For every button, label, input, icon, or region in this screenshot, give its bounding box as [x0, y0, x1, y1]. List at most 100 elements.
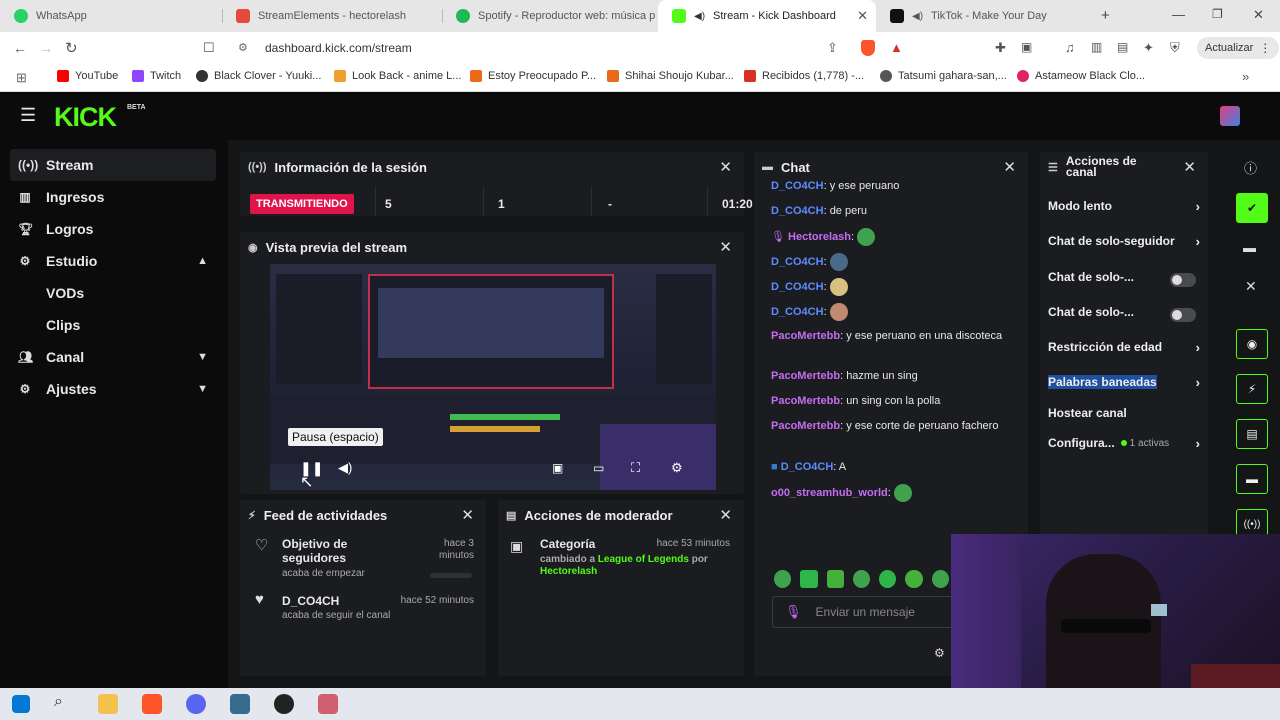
emotes-only-toggle[interactable]	[1170, 308, 1196, 322]
chat-username[interactable]: D_CO4CH	[771, 281, 824, 293]
settings-icon[interactable]: ⚙	[671, 460, 683, 476]
chat-username[interactable]: D_CO4CH	[771, 180, 824, 192]
file-explorer-icon[interactable]	[98, 694, 118, 714]
chat-rail-icon[interactable]: ▬	[1236, 464, 1268, 494]
url-field[interactable]: dashboard.kick.com/stream	[265, 41, 412, 55]
music-icon[interactable]: ♫	[1065, 40, 1075, 55]
app-icon[interactable]	[230, 694, 250, 714]
emote-icon[interactable]	[774, 570, 792, 588]
chat-username[interactable]: D_CO4CH	[781, 461, 834, 473]
emote-icon[interactable]	[800, 570, 818, 588]
subs-only-toggle[interactable]	[1170, 273, 1196, 287]
discord-icon[interactable]	[186, 694, 206, 714]
chat-username[interactable]: PacoMertebb	[771, 330, 840, 342]
stream-video-player[interactable]	[270, 264, 716, 490]
bookmark-astameow[interactable]: Astameow Black Clo...	[1017, 70, 1145, 82]
sidebar-item-stream[interactable]: ((•)) Stream	[10, 149, 216, 181]
sidebar-item-vods[interactable]: VODs	[10, 277, 216, 309]
tab-streamelements[interactable]: StreamElements - hectorelash	[222, 0, 442, 32]
chat-username[interactable]: PacoMertebb	[771, 420, 840, 432]
windows-start-icon[interactable]	[12, 695, 30, 713]
chat-username[interactable]: D_CO4CH	[771, 306, 824, 318]
author-link[interactable]: Hectorelash	[540, 566, 597, 577]
vpn-icon[interactable]: ⛨	[1170, 40, 1180, 56]
tab-kick-dashboard[interactable]: ◀) Stream - Kick Dashboard ✕	[658, 0, 876, 32]
chat-settings-icon[interactable]: ⚙	[934, 646, 945, 660]
minimize-icon[interactable]: —	[1172, 7, 1185, 22]
emote-icon[interactable]	[905, 570, 923, 588]
close-icon[interactable]: ✕	[461, 506, 474, 524]
info-icon[interactable]: ⓘ	[1244, 158, 1257, 177]
chat-username[interactable]: o00_streamhub_world	[771, 487, 888, 499]
sidebar-toggle-icon[interactable]: ▥	[1091, 40, 1102, 54]
chat-username[interactable]: D_CO4CH	[771, 256, 824, 268]
chat-username[interactable]: PacoMertebb	[771, 370, 840, 382]
chat-username[interactable]: Hectorelash	[788, 231, 851, 243]
menu-icon[interactable]: ☰	[20, 106, 36, 124]
leo-icon[interactable]: ✦	[1143, 40, 1154, 56]
sidebar-item-logros[interactable]: 🏆︎ Logros	[10, 213, 216, 245]
preview-rail-icon[interactable]: ◉	[1236, 329, 1268, 359]
bookmark-youtube[interactable]: YouTube	[57, 70, 118, 82]
bolt-rail-icon[interactable]: ⚡︎	[1236, 374, 1268, 404]
close-icon[interactable]: ✕	[719, 238, 732, 256]
volume-icon[interactable]: ◀)	[338, 460, 352, 476]
bookmark-tatsumi[interactable]: Tatsumi gahara-san,...	[880, 70, 1007, 82]
bookmark-shihai-shoujo[interactable]: Shihai Shoujo Kubar...	[607, 70, 734, 82]
back-icon[interactable]: ←	[13, 40, 27, 56]
sidebar-item-ingresos[interactable]: ▥ Ingresos	[10, 181, 216, 213]
action-slow-mode[interactable]: Modo lento ›	[1048, 199, 1200, 214]
emote-icon[interactable]	[879, 570, 897, 588]
update-button[interactable]: Actualizar ⋮	[1197, 37, 1280, 59]
action-configure[interactable]: Configura... 1 activas ›	[1048, 436, 1200, 451]
brave-shield-icon[interactable]	[861, 40, 875, 56]
bookmark-gmail[interactable]: Recibidos (1,778) -...	[744, 70, 864, 82]
emote-icon[interactable]	[852, 570, 871, 588]
tab-spotify[interactable]: Spotify - Reproductor web: música p	[442, 0, 658, 32]
fullscreen-icon[interactable]: ⛶	[631, 460, 640, 476]
close-window-icon[interactable]: ✕	[1253, 7, 1264, 23]
action-banned-words[interactable]: Palabras baneadas ›	[1048, 375, 1200, 390]
category-link[interactable]: League of Legends	[598, 554, 689, 565]
layout-icon[interactable]: ▬	[1243, 240, 1256, 255]
theater-icon[interactable]: ▭	[593, 461, 604, 475]
bookmark-twitch[interactable]: Twitch	[132, 70, 181, 82]
sidebar-item-clips[interactable]: Clips	[10, 309, 216, 341]
action-followers-only[interactable]: Chat de solo-seguidor ›	[1048, 234, 1200, 249]
avatar[interactable]	[1220, 106, 1240, 126]
site-info-icon[interactable]: ⚙	[238, 41, 248, 54]
tab-tiktok[interactable]: ◀) TikTok - Make Your Day	[876, 0, 1094, 32]
chat-username[interactable]: PacoMertebb	[771, 395, 840, 407]
wallet-icon[interactable]: ▣	[1021, 40, 1032, 54]
tab-whatsapp[interactable]: WhatsApp	[0, 0, 222, 32]
emote-icon[interactable]	[931, 570, 949, 588]
pip-icon[interactable]: ▣	[552, 461, 563, 475]
bookmark-estoy-preocupado[interactable]: Estoy Preocupado P...	[470, 70, 596, 82]
share-icon[interactable]: ⇪	[827, 40, 838, 56]
chat-input[interactable]: 🎙︎ Enviar un mensaje	[772, 596, 962, 628]
close-icon[interactable]: ✕	[1003, 158, 1016, 176]
check-icon[interactable]: ✔	[1236, 193, 1268, 223]
kick-logo[interactable]: KICK BETA	[54, 102, 146, 133]
bookmark-look-back[interactable]: Look Back - anime L...	[334, 70, 461, 82]
extensions-icon[interactable]: ✚	[995, 40, 1006, 56]
brave-icon[interactable]	[142, 694, 162, 714]
close-icon[interactable]: ✕	[719, 506, 732, 524]
document-rail-icon[interactable]: ▤	[1236, 419, 1268, 449]
close-tab-icon[interactable]: ✕	[857, 8, 868, 24]
wallet-icon[interactable]: ▤	[1117, 40, 1128, 54]
close-icon[interactable]: ✕	[719, 158, 732, 176]
restore-icon[interactable]: ❐	[1212, 7, 1223, 21]
sidebar-item-ajustes[interactable]: ⚙ Ajustes ▼	[10, 373, 216, 405]
app-icon[interactable]	[318, 694, 338, 714]
new-tab-icon[interactable]: +	[1101, 7, 1110, 24]
chat-username[interactable]: D_CO4CH	[771, 205, 824, 217]
emote-icon[interactable]	[826, 570, 844, 588]
sidebar-item-canal[interactable]: 👥︎ Canal ▼	[10, 341, 216, 373]
action-host-channel[interactable]: Hostear canal	[1048, 406, 1200, 420]
brave-rewards-icon[interactable]: ▲	[890, 40, 903, 55]
action-age-restriction[interactable]: Restricción de edad ›	[1048, 340, 1200, 355]
sidebar-item-estudio[interactable]: ⚙ Estudio ▲	[10, 245, 216, 277]
obs-icon[interactable]	[274, 694, 294, 714]
apps-grid-icon[interactable]: ⊞	[16, 70, 27, 86]
